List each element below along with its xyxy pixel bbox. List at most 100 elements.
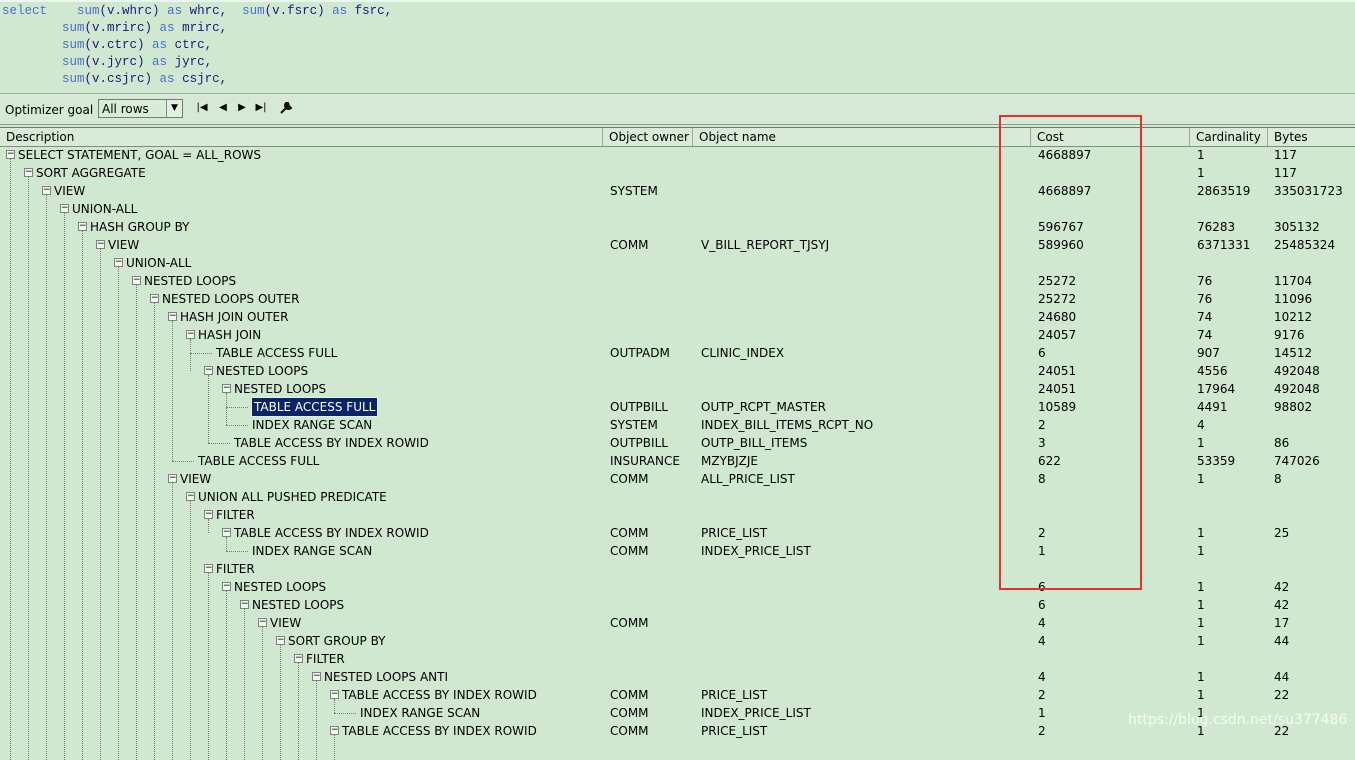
last-icon[interactable]: ▶| [254,101,268,115]
prev-icon[interactable]: ◀ [216,101,230,115]
collapse-toggle-icon[interactable]: − [114,258,123,267]
collapse-toggle-icon[interactable]: − [258,618,267,627]
table-row[interactable]: − SELECT STATEMENT, GOAL = ALL_ROWS 466889… [0,146,1355,164]
table-row[interactable]: − NESTED LOOPS 6 1 42 [0,578,1355,596]
table-row[interactable]: − UNION-ALL [0,254,1355,272]
table-row[interactable]: − SORT GROUP BY 4 1 44 [0,632,1355,650]
collapse-toggle-icon[interactable]: − [78,222,87,231]
collapse-toggle-icon[interactable]: − [186,330,195,339]
table-row[interactable]: − NESTED LOOPS 24051 17964 492048 [0,380,1355,398]
table-row[interactable]: TABLE ACCESS BY INDEX ROWID OUTPBILL OUTP_… [0,434,1355,452]
column-header-owner[interactable]: Object owner [603,128,693,146]
cardinality-value: 1 [1197,166,1205,180]
collapse-toggle-icon[interactable]: − [222,384,231,393]
collapse-toggle-icon[interactable]: − [330,690,339,699]
collapse-toggle-icon[interactable]: − [60,204,69,213]
collapse-toggle-icon[interactable]: − [222,582,231,591]
operation-description: NESTED LOOPS [144,274,237,288]
table-row[interactable]: − HASH GROUP BY 596767 76283 305132 [0,218,1355,236]
next-icon[interactable]: ▶ [235,101,249,115]
table-row[interactable]: − NESTED LOOPS 25272 76 11704 [0,272,1355,290]
table-row[interactable]: − NESTED LOOPS 6 1 42 [0,596,1355,614]
object-name: INDEX_PRICE_LIST [701,544,811,558]
table-row[interactable]: − SORT AGGREGATE 1 117 [0,164,1355,182]
table-row[interactable]: TABLE ACCESS FULL INSURANCE MZYBJZJE 622 533… [0,452,1355,470]
collapse-toggle-icon[interactable]: − [294,654,303,663]
operation-description: TABLE ACCESS FULL [198,454,320,468]
cardinality-value: 6371331 [1197,238,1251,252]
bytes-value: 25 [1274,526,1290,540]
sql-keyword: as [152,55,168,69]
table-row[interactable]: − FILTER [0,560,1355,578]
collapse-toggle-icon[interactable]: − [330,726,339,735]
optimizer-goal-select[interactable]: All rows ▼ [98,99,183,118]
first-icon[interactable]: |◀ [195,101,209,115]
table-row[interactable]: − FILTER [0,506,1355,524]
sql-text: csjrc, [174,72,228,86]
table-row[interactable]: − VIEW SYSTEM 4668897 2863519 335031723 [0,182,1355,200]
cardinality-value: 4 [1197,418,1205,432]
collapse-toggle-icon[interactable]: − [6,150,15,159]
sql-keyword: as [167,4,183,18]
object-name: INDEX_BILL_ITEMS_RCPT_NO [701,418,874,432]
table-row[interactable]: TABLE ACCESS FULL OUTPADM CLINIC_INDEX 6 907… [0,344,1355,362]
table-row[interactable]: INDEX RANGE SCAN SYSTEM INDEX_BILL_ITEMS_R… [0,416,1355,434]
table-row[interactable]: − HASH JOIN OUTER 24680 74 10212 [0,308,1355,326]
column-header-description[interactable]: Description [0,128,603,146]
table-row[interactable]: − TABLE ACCESS BY INDEX ROWID COMM PRICE_LI… [0,524,1355,542]
collapse-toggle-icon[interactable]: − [150,294,159,303]
collapse-toggle-icon[interactable]: − [42,186,51,195]
object-name: PRICE_LIST [701,724,768,738]
wrench-icon[interactable] [279,101,293,115]
cardinality-value: 76 [1197,274,1213,288]
table-row[interactable]: − VIEW COMM ALL_PRICE_LIST 8 1 8 [0,470,1355,488]
table-row[interactable]: − UNION-ALL [0,200,1355,218]
collapse-toggle-icon[interactable]: − [204,366,213,375]
cardinality-value: 1 [1197,598,1205,612]
object-name: PRICE_LIST [701,688,768,702]
collapse-toggle-icon[interactable]: − [168,312,177,321]
table-row[interactable]: − FILTER [0,650,1355,668]
table-row[interactable]: − VIEW COMM 4 1 17 [0,614,1355,632]
collapse-toggle-icon[interactable]: − [96,240,105,249]
table-row[interactable]: − NESTED LOOPS ANTI 4 1 44 [0,668,1355,686]
tree-connector [172,321,173,461]
table-row[interactable]: − NESTED LOOPS 24051 4556 492048 [0,362,1355,380]
collapse-toggle-icon[interactable]: − [24,168,33,177]
sql-editor[interactable]: select sum(v.whrc) as whrc, sum(v.fsrc) … [0,0,1355,94]
tree-connector [82,231,83,760]
optimizer-goal-label: Optimizer goal [5,103,94,117]
collapse-toggle-icon[interactable]: − [204,510,213,519]
sql-function: sum [62,38,85,52]
cardinality-value: 1 [1197,436,1205,450]
bytes-value: 335031723 [1274,184,1343,198]
column-header-bytes[interactable]: Bytes [1268,128,1355,146]
object-owner: SYSTEM [610,184,658,198]
table-row[interactable]: − HASH JOIN 24057 74 9176 [0,326,1355,344]
table-row[interactable]: TABLE ACCESS FULL OUTPBILL OUTP_RCPT_MASTE… [0,397,1355,417]
collapse-toggle-icon[interactable]: − [276,636,285,645]
table-row[interactable]: − TABLE ACCESS BY INDEX ROWID COMM PRICE_LI… [0,686,1355,704]
collapse-toggle-icon[interactable]: − [132,276,141,285]
collapse-toggle-icon[interactable]: − [186,492,195,501]
column-header-cardinality[interactable]: Cardinality [1190,128,1268,146]
collapse-toggle-icon[interactable]: − [312,672,321,681]
chevron-down-icon[interactable]: ▼ [166,100,182,117]
collapse-toggle-icon[interactable]: − [204,564,213,573]
object-name: OUTP_BILL_ITEMS [701,436,808,450]
table-row[interactable]: − VIEW COMM V_BILL_REPORT_TJSYJ 589960 637133… [0,236,1355,254]
sql-text: mrirc, [174,21,228,35]
column-header-name[interactable]: Object name [693,128,1031,146]
plan-grid-header: Description Object owner Object name Cos… [0,127,1355,147]
table-row[interactable]: − UNION ALL PUSHED PREDICATE [0,488,1355,506]
bytes-value: 9176 [1274,328,1305,342]
tree-connector [100,249,101,760]
object-owner: COMM [610,724,649,738]
table-row[interactable]: − NESTED LOOPS OUTER 25272 76 11096 [0,290,1355,308]
collapse-toggle-icon[interactable]: − [240,600,249,609]
tree-connector [208,375,209,443]
table-row[interactable]: INDEX RANGE SCAN COMM INDEX_PRICE_LIST 1 1 [0,542,1355,560]
collapse-toggle-icon[interactable]: − [222,528,231,537]
collapse-toggle-icon[interactable]: − [168,474,177,483]
